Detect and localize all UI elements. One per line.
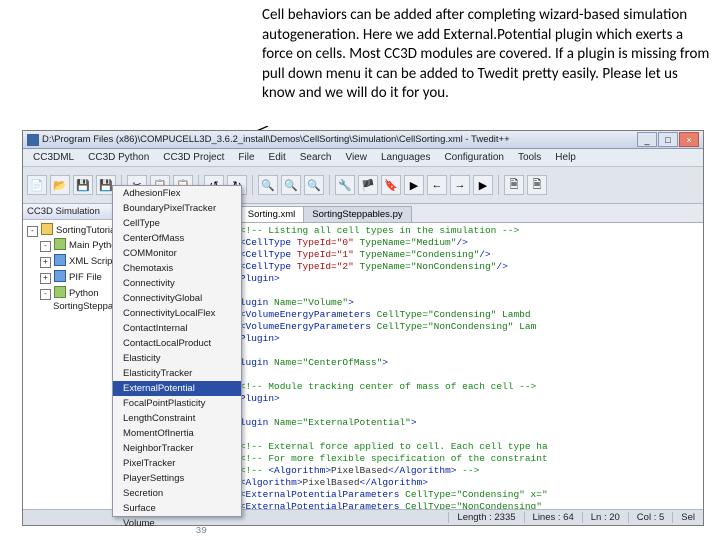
code-area[interactable]: <!-- Listing all cell types in the simul… bbox=[211, 223, 703, 509]
editor-pane: Sorting.py Sorting.xml SortingSteppables… bbox=[179, 204, 703, 509]
expand-icon[interactable]: - bbox=[27, 226, 38, 237]
plugin-dropdown[interactable]: AdhesionFlexBoundaryPixelTrackerCellType… bbox=[112, 185, 242, 517]
dropdown-item[interactable]: Secretion bbox=[113, 486, 241, 501]
menu-cc3d-project[interactable]: CC3D Project bbox=[156, 152, 231, 163]
dropdown-item[interactable]: ElasticityTracker bbox=[113, 366, 241, 381]
status-ln: Ln : 20 bbox=[582, 512, 628, 523]
bookmark-icon[interactable]: 🔖 bbox=[381, 175, 401, 195]
maximize-button[interactable]: □ bbox=[658, 132, 678, 147]
doc-icon[interactable]: 🗎 bbox=[504, 175, 524, 195]
minimize-button[interactable]: _ bbox=[637, 132, 657, 147]
dropdown-item[interactable]: CenterOfMass bbox=[113, 231, 241, 246]
dropdown-item[interactable]: Chemotaxis bbox=[113, 261, 241, 276]
menu-cc3dml[interactable]: CC3DML bbox=[26, 152, 81, 163]
menu-help[interactable]: Help bbox=[548, 152, 583, 163]
find-icon[interactable]: 🔍 bbox=[258, 175, 278, 195]
dropdown-item[interactable]: COMMonitor bbox=[113, 246, 241, 261]
window-title: D:\Program Files (x86)\COMPUCELL3D_3.6.2… bbox=[42, 134, 637, 145]
doc2-icon[interactable]: 🗎 bbox=[527, 175, 547, 195]
python-icon bbox=[54, 286, 66, 298]
dropdown-item[interactable]: Surface bbox=[113, 501, 241, 516]
menu-cc3d-python[interactable]: CC3D Python bbox=[81, 152, 156, 163]
menu-languages[interactable]: Languages bbox=[374, 152, 438, 163]
titlebar: D:\Program Files (x86)\COMPUCELL3D_3.6.2… bbox=[23, 131, 703, 149]
run-icon[interactable]: ▶ bbox=[404, 175, 424, 195]
dropdown-item[interactable]: ExternalPotential bbox=[113, 381, 241, 396]
project-icon bbox=[41, 223, 53, 235]
dropdown-item[interactable]: MomentOfInertia bbox=[113, 426, 241, 441]
find-next-icon[interactable]: 🔍 bbox=[281, 175, 301, 195]
code-editor[interactable]: 1415161718192021222324252627282930313233… bbox=[179, 223, 703, 509]
status-lines: Lines : 64 bbox=[524, 512, 582, 523]
status-sel: Sel bbox=[672, 512, 703, 523]
dropdown-item[interactable]: LengthConstraint bbox=[113, 411, 241, 426]
editor-tabs: Sorting.py Sorting.xml SortingSteppables… bbox=[179, 204, 703, 223]
dropdown-item[interactable]: ConnectivityLocalFlex bbox=[113, 306, 241, 321]
tab-sorting-xml[interactable]: Sorting.xml bbox=[239, 206, 305, 222]
dropdown-item[interactable]: AdhesionFlex bbox=[113, 186, 241, 201]
dropdown-item[interactable]: PlayerSettings bbox=[113, 471, 241, 486]
menu-edit[interactable]: Edit bbox=[262, 152, 293, 163]
menu-tools[interactable]: Tools bbox=[511, 152, 548, 163]
open-file-icon[interactable]: 📂 bbox=[50, 175, 70, 195]
dropdown-item[interactable]: BoundaryPixelTracker bbox=[113, 201, 241, 216]
close-button[interactable]: × bbox=[679, 132, 699, 147]
dropdown-item[interactable]: Elasticity bbox=[113, 351, 241, 366]
dropdown-item[interactable]: ContactLocalProduct bbox=[113, 336, 241, 351]
status-col: Col : 5 bbox=[628, 512, 672, 523]
menu-view[interactable]: View bbox=[338, 152, 374, 163]
dropdown-item[interactable]: FocalPointPlasticity bbox=[113, 396, 241, 411]
new-file-icon[interactable]: 📄 bbox=[27, 175, 47, 195]
pif-icon bbox=[54, 270, 66, 282]
save-icon[interactable]: 💾 bbox=[73, 175, 93, 195]
app-icon bbox=[27, 134, 39, 146]
menu-bar: CC3DML CC3D Python CC3D Project File Edi… bbox=[23, 149, 703, 167]
dropdown-item[interactable]: CellType bbox=[113, 216, 241, 231]
dropdown-item[interactable]: Volume bbox=[113, 516, 241, 531]
dropdown-item[interactable]: PixelTracker bbox=[113, 456, 241, 471]
menu-configuration[interactable]: Configuration bbox=[437, 152, 510, 163]
settings-icon[interactable]: 🔧 bbox=[335, 175, 355, 195]
back-icon[interactable]: ← bbox=[427, 175, 447, 195]
menu-file[interactable]: File bbox=[231, 152, 261, 163]
status-length: Length : 2335 bbox=[448, 512, 523, 523]
dropdown-item[interactable]: ContactInternal bbox=[113, 321, 241, 336]
forward-icon[interactable]: → bbox=[450, 175, 470, 195]
xml-icon bbox=[54, 254, 66, 266]
slide-caption: Cell behaviors can be added after comple… bbox=[262, 6, 712, 104]
dropdown-item[interactable]: Connectivity bbox=[113, 276, 241, 291]
tab-steppables[interactable]: SortingSteppables.py bbox=[303, 206, 411, 222]
menu-search[interactable]: Search bbox=[293, 152, 339, 163]
dropdown-item[interactable]: ConnectivityGlobal bbox=[113, 291, 241, 306]
script-icon bbox=[54, 238, 66, 250]
dropdown-item[interactable]: NeighborTracker bbox=[113, 441, 241, 456]
play-icon[interactable]: ▶ bbox=[473, 175, 493, 195]
flag-icon[interactable]: 🏴 bbox=[358, 175, 378, 195]
binoculars-icon[interactable]: 🔍 bbox=[304, 175, 324, 195]
